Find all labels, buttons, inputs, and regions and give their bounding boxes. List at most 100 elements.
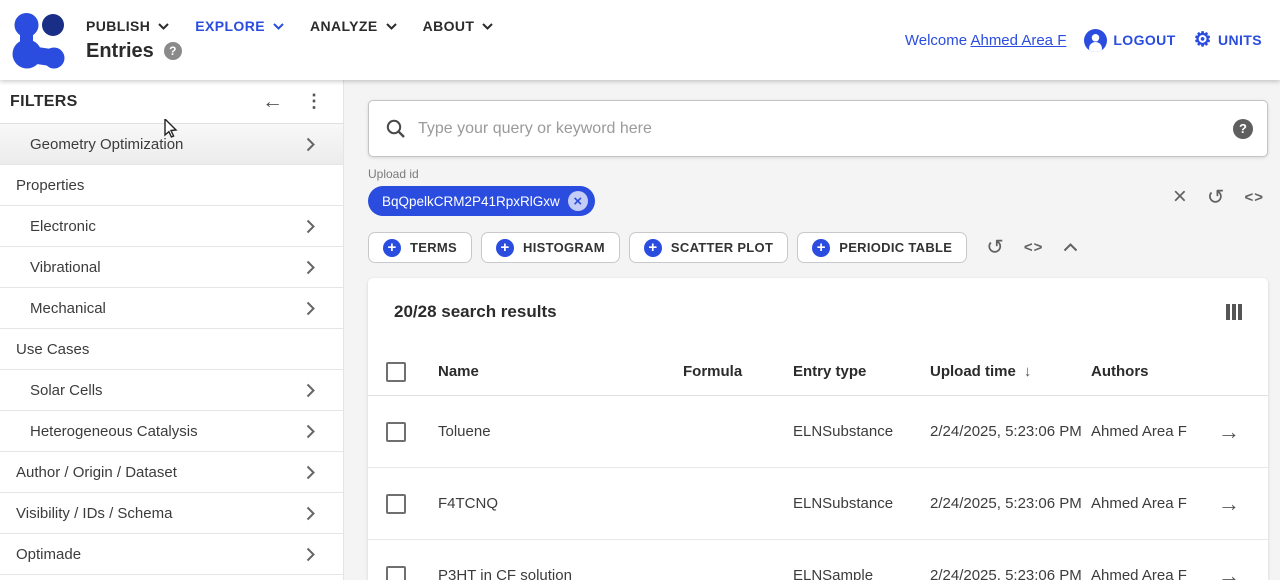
chevron-down-icon <box>273 23 284 30</box>
chevron-right-icon <box>306 506 315 521</box>
cell-upload-time: 2/24/2025, 5:23:06 PM <box>930 422 1091 442</box>
logout-button[interactable]: LOGOUT <box>1084 29 1175 52</box>
cell-entry-type: ELNSample <box>793 567 930 580</box>
cell-authors: Ahmed Area F <box>1091 566 1218 580</box>
kebab-menu-icon[interactable]: ⋮ <box>305 91 323 112</box>
open-entry-arrow-icon[interactable]: → <box>1218 565 1240 580</box>
chevron-down-icon <box>482 23 493 30</box>
nav-publish[interactable]: PUBLISH <box>86 18 169 34</box>
column-header-name[interactable]: Name <box>438 363 683 380</box>
open-entry-arrow-icon[interactable]: → <box>1218 493 1240 515</box>
sidebar-item-geometry-optimization[interactable]: Geometry Optimization <box>0 124 343 165</box>
sidebar-item-mechanical[interactable]: Mechanical <box>0 288 343 329</box>
nav-analyze-label: ANALYZE <box>310 18 378 34</box>
filters-title: FILTERS <box>10 93 78 111</box>
add-histogram-button[interactable]: + HISTOGRAM <box>481 232 620 263</box>
search-bar: ? <box>368 100 1268 157</box>
chevron-down-icon <box>158 23 169 30</box>
column-header-authors[interactable]: Authors <box>1091 363 1218 380</box>
cell-authors: Ahmed Area F <box>1091 422 1218 442</box>
sidebar-item-electronic[interactable]: Electronic <box>0 206 343 247</box>
plus-circle-icon: + <box>383 239 401 257</box>
code-icon[interactable]: <> <box>1024 240 1044 255</box>
welcome-prefix: Welcome <box>905 32 971 49</box>
column-header-formula[interactable]: Formula <box>683 363 793 380</box>
cell-entry-type: ELNSubstance <box>793 495 930 512</box>
app-bar: PUBLISH EXPLORE ANALYZE ABOUT Entries ? … <box>0 0 1280 80</box>
gear-icon: ⚙ <box>1194 30 1212 50</box>
welcome-text: Welcome Ahmed Area F <box>905 32 1066 49</box>
column-header-entry-type[interactable]: Entry type <box>793 363 930 380</box>
cell-upload-time: 2/24/2025, 5:23:06 PM <box>930 566 1091 580</box>
plus-circle-icon: + <box>496 239 514 257</box>
chip-delete-icon[interactable]: × <box>568 191 588 211</box>
chevron-right-icon <box>306 465 315 480</box>
chevron-right-icon <box>306 383 315 398</box>
cell-authors: Ahmed Area F <box>1091 494 1218 514</box>
upload-time-label: Upload time <box>930 363 1016 380</box>
refresh-icon[interactable]: ↺ <box>1207 187 1225 208</box>
code-icon[interactable]: <> <box>1244 190 1264 205</box>
sidebar-item-author-origin-dataset[interactable]: Author / Origin / Dataset <box>0 452 343 493</box>
add-periodic-table-button[interactable]: + PERIODIC TABLE <box>797 232 967 263</box>
sidebar-item-label: Optimade <box>16 546 81 563</box>
search-help-icon[interactable]: ? <box>1233 119 1253 139</box>
nav-explore[interactable]: EXPLORE <box>195 18 284 34</box>
nomad-logo-icon[interactable] <box>12 12 66 70</box>
row-checkbox[interactable] <box>386 494 406 514</box>
account-area: Welcome Ahmed Area F LOGOUT ⚙ UNITS <box>905 0 1262 80</box>
add-scatter-plot-button[interactable]: + SCATTER PLOT <box>629 232 788 263</box>
units-label: UNITS <box>1218 32 1262 48</box>
table-row[interactable]: F4TCNQ ELNSubstance 2/24/2025, 5:23:06 P… <box>368 468 1268 540</box>
sidebar-item-label: Properties <box>16 177 84 194</box>
table-row[interactable]: Toluene ELNSubstance 2/24/2025, 5:23:06 … <box>368 396 1268 468</box>
sidebar-item-heterogeneous-catalysis[interactable]: Heterogeneous Catalysis <box>0 411 343 452</box>
title-row: Entries ? <box>86 40 493 63</box>
upload-id-chip[interactable]: BqQpelkCRM2P41RpxRlGxw × <box>368 186 595 216</box>
search-input[interactable] <box>418 120 1233 138</box>
open-entry-arrow-icon[interactable]: → <box>1218 421 1240 443</box>
columns-settings-icon[interactable] <box>1226 304 1242 320</box>
upload-id-chip-value: BqQpelkCRM2P41RpxRlGxw <box>382 194 560 209</box>
cell-name: Toluene <box>438 423 683 440</box>
row-checkbox[interactable] <box>386 566 406 580</box>
sidebar-item-vibrational[interactable]: Vibrational <box>0 247 343 288</box>
sidebar-item-optimade[interactable]: Optimade <box>0 534 343 575</box>
row-checkbox[interactable] <box>386 422 406 442</box>
chevron-right-icon <box>306 547 315 562</box>
chevron-right-icon <box>306 137 315 152</box>
table-header-row: Name Formula Entry type Upload time↓ Aut… <box>368 348 1268 396</box>
logout-label: LOGOUT <box>1113 32 1175 48</box>
column-header-upload-time[interactable]: Upload time↓ <box>930 363 1091 380</box>
cell-upload-time: 2/24/2025, 5:23:06 PM <box>930 494 1091 514</box>
collapse-icon[interactable] <box>1063 243 1078 252</box>
sidebar-item-properties[interactable]: Properties <box>0 165 343 206</box>
page-help-icon[interactable]: ? <box>164 42 182 60</box>
nav-publish-label: PUBLISH <box>86 18 150 34</box>
results-card: 20/28 search results Name Formula Entry … <box>368 278 1268 580</box>
units-button[interactable]: ⚙ UNITS <box>1194 30 1262 50</box>
table-row[interactable]: P3HT in CF solution ELNSample 2/24/2025,… <box>368 540 1268 580</box>
sidebar-item-label: Vibrational <box>30 259 101 276</box>
nav-analyze[interactable]: ANALYZE <box>310 18 397 34</box>
upload-id-label: Upload id <box>368 167 1268 181</box>
collapse-sidebar-icon[interactable]: ← <box>262 90 283 114</box>
nav-explore-label: EXPLORE <box>195 18 265 34</box>
terms-button-label: TERMS <box>410 240 457 255</box>
filter-group-actions: × ↺ <> <box>1173 185 1264 209</box>
sidebar-item-visibility-ids-schema[interactable]: Visibility / IDs / Schema <box>0 493 343 534</box>
user-name-link[interactable]: Ahmed Area F <box>970 32 1066 49</box>
clear-filter-icon[interactable]: × <box>1173 185 1187 209</box>
chevron-right-icon <box>306 301 315 316</box>
select-all-checkbox[interactable] <box>386 362 406 382</box>
chevron-down-icon <box>386 23 397 30</box>
sidebar-item-use-cases[interactable]: Use Cases <box>0 329 343 370</box>
sidebar-item-solar-cells[interactable]: Solar Cells <box>0 370 343 411</box>
chevron-right-icon <box>306 424 315 439</box>
refresh-icon[interactable]: ↺ <box>986 237 1004 258</box>
widgets-toolbar: + TERMS + HISTOGRAM + SCATTER PLOT + PER… <box>368 232 1268 263</box>
add-terms-button[interactable]: + TERMS <box>368 232 472 263</box>
sidebar-item-label: Electronic <box>30 218 96 235</box>
results-header: 20/28 search results <box>368 302 1268 322</box>
nav-about[interactable]: ABOUT <box>423 18 494 34</box>
